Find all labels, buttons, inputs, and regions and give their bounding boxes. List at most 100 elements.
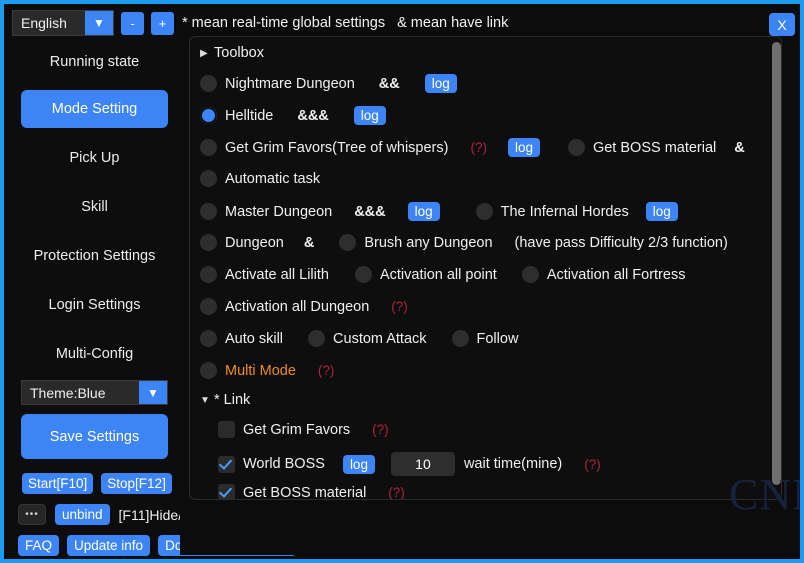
radio-multi-mode[interactable]: [200, 362, 217, 379]
language-value: English: [21, 15, 67, 31]
log-button-helltide[interactable]: log: [353, 106, 386, 125]
amp-get-boss-material: &: [734, 139, 745, 156]
radio-auto-skill[interactable]: [200, 330, 217, 347]
tree-node-link[interactable]: ▼ * Link: [200, 392, 250, 408]
log-button-infernal-hordes[interactable]: log: [645, 202, 678, 221]
language-row: English ▼ - +: [12, 10, 174, 36]
triangle-down-icon[interactable]: ▼: [200, 395, 210, 406]
options-panel: ▶ Toolbox Nightmare Dungeon && log Hellt…: [189, 36, 782, 500]
panel-scrollbar-thumb[interactable]: [772, 42, 781, 485]
radio-activation-all-dungeon[interactable]: [200, 298, 217, 315]
sidebar-item-login-settings[interactable]: Login Settings: [21, 286, 168, 324]
sidebar-item-mode-setting[interactable]: Mode Setting: [21, 90, 168, 128]
log-button-master-dungeon[interactable]: log: [407, 202, 440, 221]
radio-get-boss-material[interactable]: [567, 139, 585, 156]
log-button-nightmare-dungeon[interactable]: log: [424, 74, 457, 93]
label-get-boss-material: Get BOSS material: [592, 139, 717, 156]
radio-activation-all-fortress[interactable]: [521, 266, 539, 283]
faq-button[interactable]: FAQ: [18, 535, 60, 556]
close-button[interactable]: X: [769, 13, 795, 36]
panel-scrollbar-track[interactable]: [772, 42, 781, 492]
help-icon-get-grim-favors[interactable]: (?): [470, 140, 487, 155]
label-multi-mode: Multi Mode: [225, 362, 296, 379]
label-follow: Follow: [476, 330, 519, 347]
unbind-button[interactable]: unbind: [55, 504, 110, 525]
theme-value: Theme:Blue: [30, 384, 106, 401]
start-button[interactable]: Start[F10]: [22, 473, 94, 494]
amp-helltide: &&&: [297, 107, 329, 124]
option-row-auto-skill: Auto skill Custom Attack Follow: [200, 330, 518, 347]
radio-custom-attack[interactable]: [308, 330, 326, 347]
sidebar-item-running-state[interactable]: Running state: [21, 43, 168, 81]
sidebar-item-protection-settings[interactable]: Protection Settings: [21, 237, 168, 275]
help-icon-activation-all-dungeon[interactable]: (?): [391, 299, 408, 314]
radio-brush-any-dungeon[interactable]: [339, 234, 357, 251]
header-note-right: & mean have link: [397, 15, 509, 31]
log-button-get-grim-favors[interactable]: log: [507, 138, 540, 157]
label-master-dungeon: Master Dungeon: [225, 203, 333, 220]
radio-follow[interactable]: [451, 330, 469, 347]
option-row-activation-all-dungeon: Activation all Dungeon (?): [200, 298, 408, 315]
link-row-world-boss: World BOSS log wait time(mine) (?): [218, 452, 601, 476]
label-link-get-boss-material: Get BOSS material: [243, 484, 367, 500]
label-activation-all-fortress: Activation all Fortress: [546, 266, 686, 283]
label-automatic-task: Automatic task: [225, 170, 321, 187]
link-row-get-boss-material: Get BOSS material (?): [218, 484, 405, 500]
log-button-world-boss[interactable]: log: [342, 454, 375, 474]
world-boss-wait-input[interactable]: [390, 452, 455, 476]
stop-button[interactable]: Stop[F12]: [101, 473, 172, 494]
radio-get-grim-favors[interactable]: [200, 139, 217, 156]
radio-activation-all-point[interactable]: [354, 266, 372, 283]
label-activation-all-dungeon: Activation all Dungeon: [225, 298, 370, 315]
amp-master-dungeon: &&&: [354, 203, 386, 220]
help-icon-world-boss[interactable]: (?): [584, 457, 601, 472]
update-info-button[interactable]: Update info: [67, 535, 151, 556]
save-settings-button[interactable]: Save Settings: [21, 414, 168, 459]
main-panel: * mean real-time global settings & mean h…: [180, 8, 800, 555]
theme-select[interactable]: Theme:Blue ▼: [21, 380, 168, 405]
font-increase-button[interactable]: +: [151, 11, 174, 35]
radio-infernal-hordes[interactable]: [475, 203, 493, 220]
radio-activate-all-lilith[interactable]: [200, 266, 217, 283]
label-helltide: Helltide: [225, 107, 274, 124]
header-note-left: * mean real-time global settings: [182, 15, 386, 31]
label-nightmare-dungeon: Nightmare Dungeon: [225, 75, 355, 92]
option-row-helltide: Helltide &&& log: [200, 106, 386, 125]
label-brush-any-dungeon: Brush any Dungeon: [364, 234, 493, 251]
sidebar-item-skill[interactable]: Skill: [21, 188, 168, 226]
help-icon-link-get-grim-favors[interactable]: (?): [372, 422, 389, 437]
radio-dungeon[interactable]: [200, 234, 217, 251]
chevron-down-icon: ▼: [139, 381, 167, 404]
toolbox-label: Toolbox: [214, 45, 264, 61]
label-infernal-hordes: The Infernal Hordes: [500, 203, 629, 220]
checkbox-link-get-grim-favors[interactable]: [218, 421, 235, 438]
tree-node-toolbox[interactable]: ▶ Toolbox: [200, 45, 264, 61]
triangle-right-icon[interactable]: ▶: [200, 48, 210, 59]
link-row-get-grim-favors: Get Grim Favors (?): [218, 421, 389, 438]
radio-automatic-task[interactable]: [200, 170, 217, 187]
label-dungeon: Dungeon: [225, 234, 284, 251]
font-decrease-button[interactable]: -: [121, 11, 144, 35]
label-activate-all-lilith: Activate all Lilith: [225, 266, 329, 283]
sidebar-item-multi-config[interactable]: Multi-Config: [21, 335, 168, 373]
label-link-world-boss: World BOSS: [243, 456, 325, 472]
checkbox-link-world-boss[interactable]: [218, 455, 235, 473]
note-difficulty: (have pass Difficulty 2/3 function): [514, 234, 728, 251]
more-options-icon[interactable]: •••: [18, 504, 46, 525]
link-group-label: * Link: [214, 392, 251, 408]
radio-helltide[interactable]: [200, 107, 217, 124]
option-row-get-grim-favors: Get Grim Favors(Tree of whispers) (?) lo…: [200, 138, 745, 157]
checkbox-link-get-boss-material[interactable]: [218, 484, 235, 499]
sidebar-item-pick-up[interactable]: Pick Up: [21, 139, 168, 177]
main-header: * mean real-time global settings & mean h…: [182, 15, 508, 31]
label-activation-all-point: Activation all point: [379, 266, 497, 283]
option-row-multi-mode: Multi Mode (?): [200, 362, 334, 379]
option-row-master-dungeon: Master Dungeon &&& log The Infernal Hord…: [200, 202, 678, 221]
radio-master-dungeon[interactable]: [200, 203, 217, 220]
start-stop-row: Start[F10] Stop[F12]: [22, 473, 172, 494]
language-select[interactable]: English ▼: [12, 10, 114, 36]
help-icon-multi-mode[interactable]: (?): [318, 363, 335, 378]
help-icon-link-get-boss-material[interactable]: (?): [388, 485, 405, 499]
radio-nightmare-dungeon[interactable]: [200, 75, 217, 92]
option-row-automatic-task: Automatic task: [200, 170, 320, 187]
